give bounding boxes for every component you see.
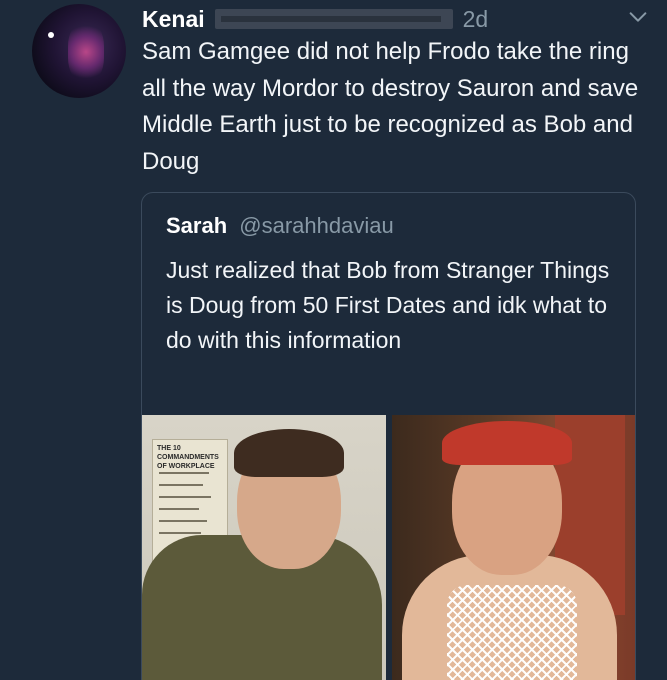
quoted-tweet-header: Sarah @sarahhdaviau [166,213,394,239]
poster-line [159,496,211,498]
redacted-handle [214,9,453,29]
chevron-down-icon[interactable] [627,6,649,28]
poster-line [159,532,201,534]
media-photo-right[interactable] [391,415,635,680]
quoted-author-handle: @sarahhdaviau [239,213,394,238]
quoted-author-name: Sarah [166,213,228,238]
quoted-tweet[interactable]: Sarah @sarahhdaviau Just realized that B… [141,192,636,680]
poster-line [159,484,203,486]
quoted-tweet-text: Just realized that Bob from Stranger Thi… [166,257,610,353]
poster-line [159,472,209,474]
author-name[interactable]: Kenai [142,6,205,33]
poster-title: THE 10 COMMANDMENTS OF WORKPLACE [157,445,219,470]
tweet-text: Sam Gamgee did not help Frodo take the r… [142,38,639,175]
tweet-timestamp[interactable]: 2d [463,6,489,33]
media-photo-left[interactable]: THE 10 COMMANDMENTS OF WORKPLACE [142,415,386,680]
tweet-header: Kenai 2d [142,2,647,36]
red-cap [441,421,572,465]
quoted-tweet-media[interactable]: THE 10 COMMANDMENTS OF WORKPLACE [142,415,635,680]
tweet[interactable]: Kenai 2d Sam Gamgee did not help Frodo t… [0,0,667,680]
avatar-stage-light [68,22,104,82]
mesh-tank-top [446,585,577,680]
poster-line [159,508,199,510]
author-avatar[interactable] [32,4,126,98]
person-hair [234,429,344,477]
avatar-light-dot [48,32,54,38]
poster-line [159,520,207,522]
